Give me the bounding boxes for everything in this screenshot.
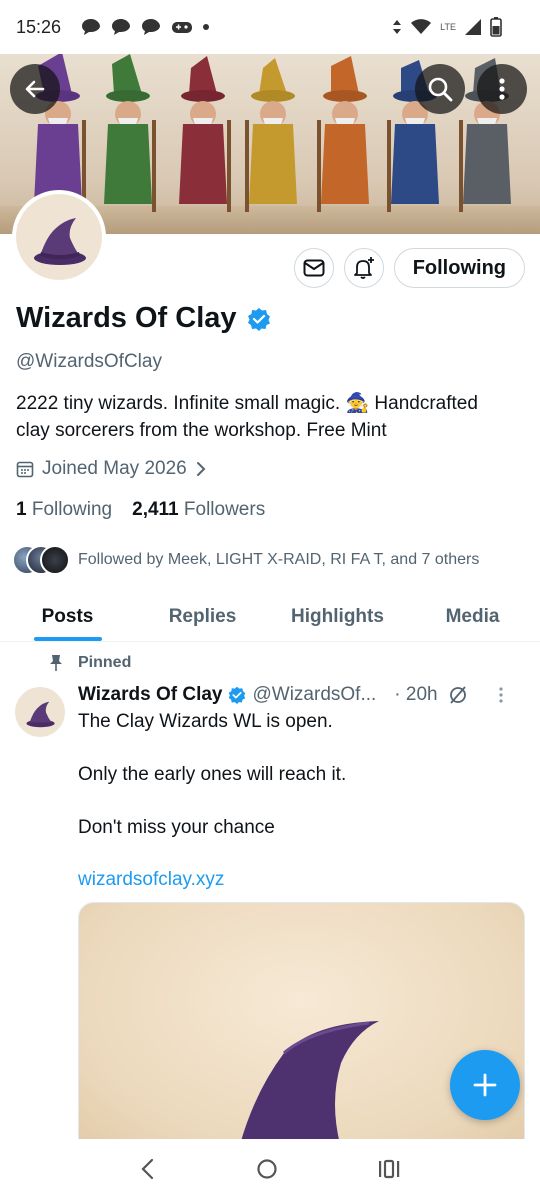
bio-line: clay sorcerers from the workshop. Free M…	[16, 420, 387, 441]
plus-icon	[473, 1073, 497, 1097]
profile-name-row: Wizards Of Clay	[16, 302, 271, 335]
post-author-handle: @WizardsOf...	[252, 684, 377, 705]
verified-badge-icon	[247, 307, 270, 331]
profile-handle: @WizardsOfClay	[16, 351, 162, 372]
post-header: Wizards Of Clay @WizardsOf... · 20h	[78, 684, 528, 706]
grok-icon[interactable]	[448, 685, 468, 705]
avatar	[40, 545, 70, 575]
tab-media[interactable]: Media	[405, 592, 540, 641]
signal-icon	[465, 19, 481, 35]
wizard-hat-icon	[34, 218, 86, 265]
nav-back-icon[interactable]	[140, 1158, 156, 1180]
calendar-icon	[16, 461, 34, 478]
more-vertical-icon	[499, 78, 505, 100]
wizard-figure	[104, 54, 156, 212]
followers-label: Followers	[183, 499, 266, 520]
post-text-line: The Clay Wizards WL is open.	[78, 711, 333, 732]
nav-recents-icon[interactable]	[378, 1158, 400, 1180]
profile-bio: 2222 tiny wizards. Infinite small magic.…	[16, 390, 531, 444]
following-label: Following	[31, 499, 113, 520]
profile-actions: Following	[293, 248, 525, 288]
pinned-label: Pinned	[78, 654, 132, 671]
post-author-name[interactable]: Wizards Of Clay	[78, 684, 222, 706]
wizard-figure	[179, 56, 231, 212]
tab-replies[interactable]: Replies	[135, 592, 270, 641]
search-button[interactable]	[415, 64, 465, 114]
bio-line: 2222 tiny wizards. Infinite small magic.…	[16, 393, 478, 414]
network-type: LTE	[440, 22, 456, 32]
battery-icon	[490, 17, 502, 37]
following-count: 1	[16, 499, 27, 520]
joined-date: Joined May 2026	[42, 458, 187, 479]
following-count-link[interactable]: 1 Following	[16, 499, 112, 521]
pinned-indicator: Pinned	[48, 654, 131, 672]
wizard-figure	[245, 58, 297, 212]
active-tab-indicator	[33, 637, 102, 641]
follow-counts: 1 Following 2,411 Followers	[16, 499, 265, 521]
tab-label: Posts	[41, 605, 94, 627]
tab-label: Replies	[168, 605, 237, 627]
followers-count: 2,411	[132, 499, 179, 520]
envelope-icon	[303, 259, 325, 277]
wizard-figure	[317, 56, 369, 212]
profile-avatar[interactable]	[12, 190, 106, 284]
notifications-button[interactable]	[343, 248, 384, 288]
following-button[interactable]: Following	[393, 248, 525, 288]
post-text-line: Don't miss your chance	[78, 817, 275, 838]
system-icons: LTE	[392, 17, 502, 37]
wizard-hat-icon	[26, 701, 55, 728]
chat-bubble-icon	[82, 19, 101, 35]
post-link[interactable]: wizardsofclay.xyz	[78, 869, 224, 891]
tab-posts[interactable]: Posts	[0, 592, 135, 641]
chat-bubble-icon	[142, 19, 161, 35]
avatar-image	[16, 194, 102, 280]
tab-label: Highlights	[291, 605, 384, 627]
message-button[interactable]	[293, 248, 334, 288]
followed-by-avatars	[12, 545, 70, 575]
followed-by-text: Followed by Meek, LIGHT X-RAID, RI FA T,…	[78, 551, 480, 568]
joined-date-row[interactable]: Joined May 2026	[16, 458, 207, 480]
followers-count-link[interactable]: 2,411 Followers	[132, 499, 265, 521]
wizard-hat-photo	[239, 1021, 379, 1146]
compose-post-button[interactable]	[450, 1050, 520, 1120]
search-icon	[428, 77, 453, 102]
bell-plus-icon	[353, 257, 374, 279]
system-navigation-bar	[0, 1139, 540, 1199]
notification-icons	[81, 18, 210, 36]
post-timestamp: · 20h	[394, 684, 438, 705]
pin-icon	[50, 655, 62, 671]
more-notifications-dot	[203, 24, 210, 30]
more-options-button[interactable]	[477, 64, 527, 114]
arrow-left-icon	[25, 80, 45, 98]
status-bar: 15:26 LTE	[0, 0, 540, 54]
tab-highlights[interactable]: Highlights	[270, 592, 405, 641]
back-button[interactable]	[10, 64, 60, 114]
tab-label: Media	[445, 605, 500, 627]
profile-tabs: Posts Replies Highlights Media	[0, 592, 540, 642]
status-time: 15:26	[16, 16, 62, 37]
verified-badge-icon	[229, 686, 246, 704]
post-media-image[interactable]	[78, 902, 525, 1147]
data-arrows-icon	[393, 20, 402, 34]
chevron-right-icon	[196, 462, 206, 476]
wifi-icon	[411, 19, 432, 34]
profile-name: Wizards Of Clay	[16, 302, 237, 334]
nav-home-icon[interactable]	[256, 1158, 278, 1180]
gamepad-icon	[172, 22, 193, 33]
chat-bubble-icon	[112, 19, 131, 35]
post-more-icon[interactable]	[498, 686, 504, 704]
post-author-avatar[interactable]	[15, 687, 65, 737]
post-text-line: Only the early ones will reach it.	[78, 764, 347, 785]
followed-by-row[interactable]: Followed by Meek, LIGHT X-RAID, RI FA T,…	[12, 545, 479, 575]
